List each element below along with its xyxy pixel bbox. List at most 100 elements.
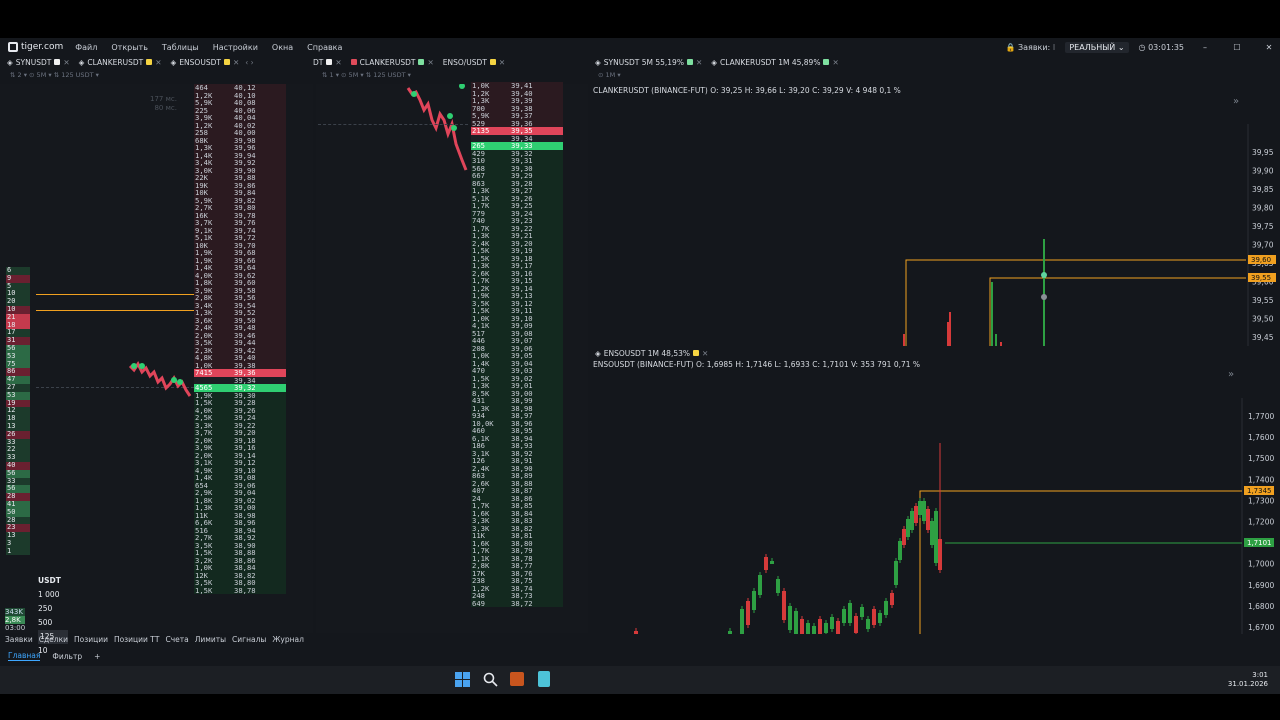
tab-main[interactable]: Главная — [8, 651, 41, 661]
right-toolbar[interactable]: ⊙ 1M ▾ — [598, 70, 621, 80]
tab-filter[interactable]: Фильтр — [52, 652, 82, 661]
book-volume: 1,2K — [195, 91, 213, 99]
book-volume: 258 — [195, 129, 208, 137]
tab-clankerusdt[interactable]: ◈ CLANKERUSDT ✕ — [76, 58, 165, 67]
book-volume: 5,9K — [472, 112, 490, 120]
book-volume: 4,0K — [195, 406, 213, 414]
book-volume: 1,8K — [195, 496, 213, 504]
book-volume: 2135 — [472, 127, 490, 135]
menu-settings[interactable]: Настройки — [213, 43, 258, 52]
menu-windows[interactable]: Окна — [272, 43, 293, 52]
book-volume: 1,7K — [472, 502, 490, 510]
book-volume: 431 — [472, 397, 485, 405]
candle-body — [914, 506, 918, 523]
size-1000[interactable]: 1 000 — [38, 588, 68, 602]
size-500[interactable]: 500 — [38, 616, 68, 630]
book-volume: 1,5K — [472, 247, 490, 255]
book-volume: 225 — [195, 106, 208, 114]
candle-body — [906, 519, 910, 537]
book-volume: 2,6K — [472, 269, 490, 277]
book-volume: 24 — [472, 494, 481, 502]
maximize-icon[interactable]: ☐ — [1226, 43, 1248, 52]
book-volume: 779 — [472, 209, 485, 217]
tab-positions[interactable]: Позиции — [74, 635, 108, 647]
book-volume: 3,2K — [195, 556, 213, 564]
book-volume: 2,4K — [472, 464, 490, 472]
book-volume: 1,6K — [472, 509, 490, 517]
book-volume: 1,4K — [195, 151, 213, 159]
book-volume: 2,0K — [195, 451, 213, 459]
book-row[interactable]: 649 38,72 — [471, 598, 563, 608]
tab-signals[interactable]: Сигналы — [232, 635, 266, 647]
book-volume: 1,5K — [195, 549, 213, 557]
book-volume: 8,5K — [472, 389, 490, 397]
workspace-tabs: Главная Фильтр + — [0, 650, 100, 662]
tab-journal[interactable]: Журнал — [272, 635, 304, 647]
search-icon[interactable] — [483, 672, 498, 687]
close-icon[interactable]: ✕ — [1258, 43, 1280, 52]
book-volume: 1,2K — [472, 284, 490, 292]
y-tick-label: 1,7500 — [1248, 454, 1274, 463]
book-volume: 1,3K — [195, 144, 213, 152]
book-volume: 17K — [472, 569, 485, 577]
book-volume: 7415 — [195, 369, 213, 377]
y-tick-label: 39,90 — [1252, 167, 1274, 176]
book-price: 38,72 — [511, 598, 533, 608]
orders-indicator[interactable]: 🔒 Заявки: ⁝ — [1005, 43, 1055, 52]
book-volume: 3,5K — [195, 339, 213, 347]
tab-accounts[interactable]: Счета — [165, 635, 188, 647]
level-tag-label: 1,7101 — [1247, 539, 1272, 547]
tab-limits[interactable]: Лимиты — [195, 635, 226, 647]
minimize-icon[interactable]: – — [1194, 43, 1216, 52]
menu-tables[interactable]: Таблицы — [162, 43, 199, 52]
tab-positions-tt[interactable]: Позиции ТТ — [114, 635, 160, 647]
book-volume: 529 — [472, 119, 485, 127]
menu-help[interactable]: Справка — [307, 43, 342, 52]
price-line — [318, 124, 468, 125]
book-volume: 1,3K — [472, 97, 490, 105]
book-volume: 407 — [472, 487, 485, 495]
tab-clankerusdt-1m[interactable]: ◈ CLANKERUSDT 1M 45,89% ✕ — [708, 58, 842, 67]
book-volume: 2,4K — [195, 324, 213, 332]
book-volume: 16K — [195, 211, 208, 219]
notepad-icon[interactable] — [538, 671, 550, 687]
tab-scroll-icon[interactable]: ‹ › — [245, 58, 253, 67]
tab-trades[interactable]: Сделки — [39, 635, 68, 647]
book-volume: 10,0K — [472, 419, 494, 427]
tick-chart-mid — [406, 84, 468, 171]
mid-toolbar[interactable]: ⇅ 1 ▾ ⊙ 5M ▾ ⇅ 125 USDT ▾ — [322, 70, 411, 80]
candle-body — [776, 579, 780, 593]
tab-enso-usdt[interactable]: ENSO/USDT ✕ — [440, 58, 508, 67]
candle-body — [740, 609, 744, 634]
book-volume: 310 — [472, 157, 485, 165]
mode-selector[interactable]: РЕАЛЬНЫЙ ⌄ — [1065, 41, 1129, 53]
book-row[interactable]: 1,5K 38,78 — [194, 586, 286, 594]
cluster-footer: 343K 2,8K 03:00 — [5, 608, 26, 632]
left-toolbar[interactable]: ⇅ 2 ▾ ⊙ 5M ▾ ⇅ 125 USDT ▾ — [10, 70, 99, 80]
trade-marker — [1041, 272, 1047, 278]
book-volume: 5,9K — [195, 99, 213, 107]
tab-ensousdt-1m[interactable]: ◈ ENSOUSDT 1M 48,53% ✕ — [592, 349, 711, 358]
book-volume: 9,1K — [195, 226, 213, 234]
tiger-app-icon[interactable] — [510, 672, 524, 686]
candle-body — [894, 561, 898, 585]
tab-clankerusdt-2[interactable]: CLANKERUSDT ✕ — [348, 58, 437, 67]
menu-open[interactable]: Открыть — [111, 43, 148, 52]
tab-synusdt-5m[interactable]: ◈ SYNUSDT 5M 55,19% ✕ — [592, 58, 705, 67]
tab-synusdt[interactable]: ◈ SYNUSDT ✕ — [4, 58, 73, 67]
candle-body — [746, 601, 750, 625]
tab-dt[interactable]: DT ✕ — [310, 58, 345, 67]
menu-file[interactable]: Файл — [75, 43, 97, 52]
tab-ensousdt[interactable]: ◈ ENSOUSDT ✕ — [168, 58, 243, 67]
book-volume: 1,9K — [195, 391, 213, 399]
add-tab-icon[interactable]: + — [94, 652, 100, 661]
book-volume: 517 — [472, 329, 485, 337]
book-volume: 3,6K — [195, 316, 213, 324]
tab-orders[interactable]: Заявки — [5, 635, 33, 647]
windows-start-icon[interactable] — [455, 672, 470, 687]
book-volume: 248 — [472, 592, 485, 600]
candle-body — [836, 621, 840, 634]
candle-body — [910, 511, 914, 530]
os-taskbar: 3:01 31.01.2026 — [0, 666, 1280, 694]
size-250[interactable]: 250 — [38, 602, 68, 616]
